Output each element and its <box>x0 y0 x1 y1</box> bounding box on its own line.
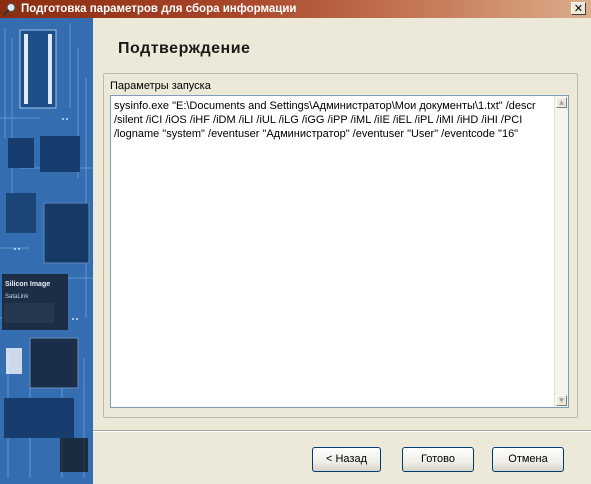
circuit-board-image: Silicon Image SataLink <box>0 18 93 484</box>
params-label: Параметры запуска <box>110 80 211 92</box>
back-button[interactable]: < Назад <box>312 447 381 472</box>
close-icon: ✕ <box>573 2 584 15</box>
scroll-up-button[interactable]: ▲ <box>556 97 567 108</box>
chip-model-text: SataLink <box>5 294 29 300</box>
scroll-down-button[interactable]: ▼ <box>556 395 567 406</box>
chevron-up-icon: ▲ <box>559 99 564 106</box>
window-title: Подготовка параметров для сбора информац… <box>21 3 297 15</box>
magnifier-icon <box>3 2 16 16</box>
finish-button[interactable]: Готово <box>402 447 474 472</box>
params-text[interactable]: sysinfo.exe "E:\Documents and Settings\А… <box>114 99 552 141</box>
button-separator <box>93 430 591 432</box>
wizard-window: Подготовка параметров для сбора информац… <box>0 0 591 484</box>
cancel-button[interactable]: Отмена <box>492 447 564 472</box>
chevron-down-icon: ▼ <box>559 397 564 404</box>
close-button[interactable]: ✕ <box>571 2 586 15</box>
params-textarea[interactable]: sysinfo.exe "E:\Documents and Settings\А… <box>110 95 569 408</box>
chip-brand-text: Silicon Image <box>5 281 50 288</box>
page-title: Подтверждение <box>118 40 251 57</box>
vertical-scrollbar[interactable]: ▲ ▼ <box>554 96 568 407</box>
title-bar[interactable]: Подготовка параметров для сбора информац… <box>0 0 591 18</box>
